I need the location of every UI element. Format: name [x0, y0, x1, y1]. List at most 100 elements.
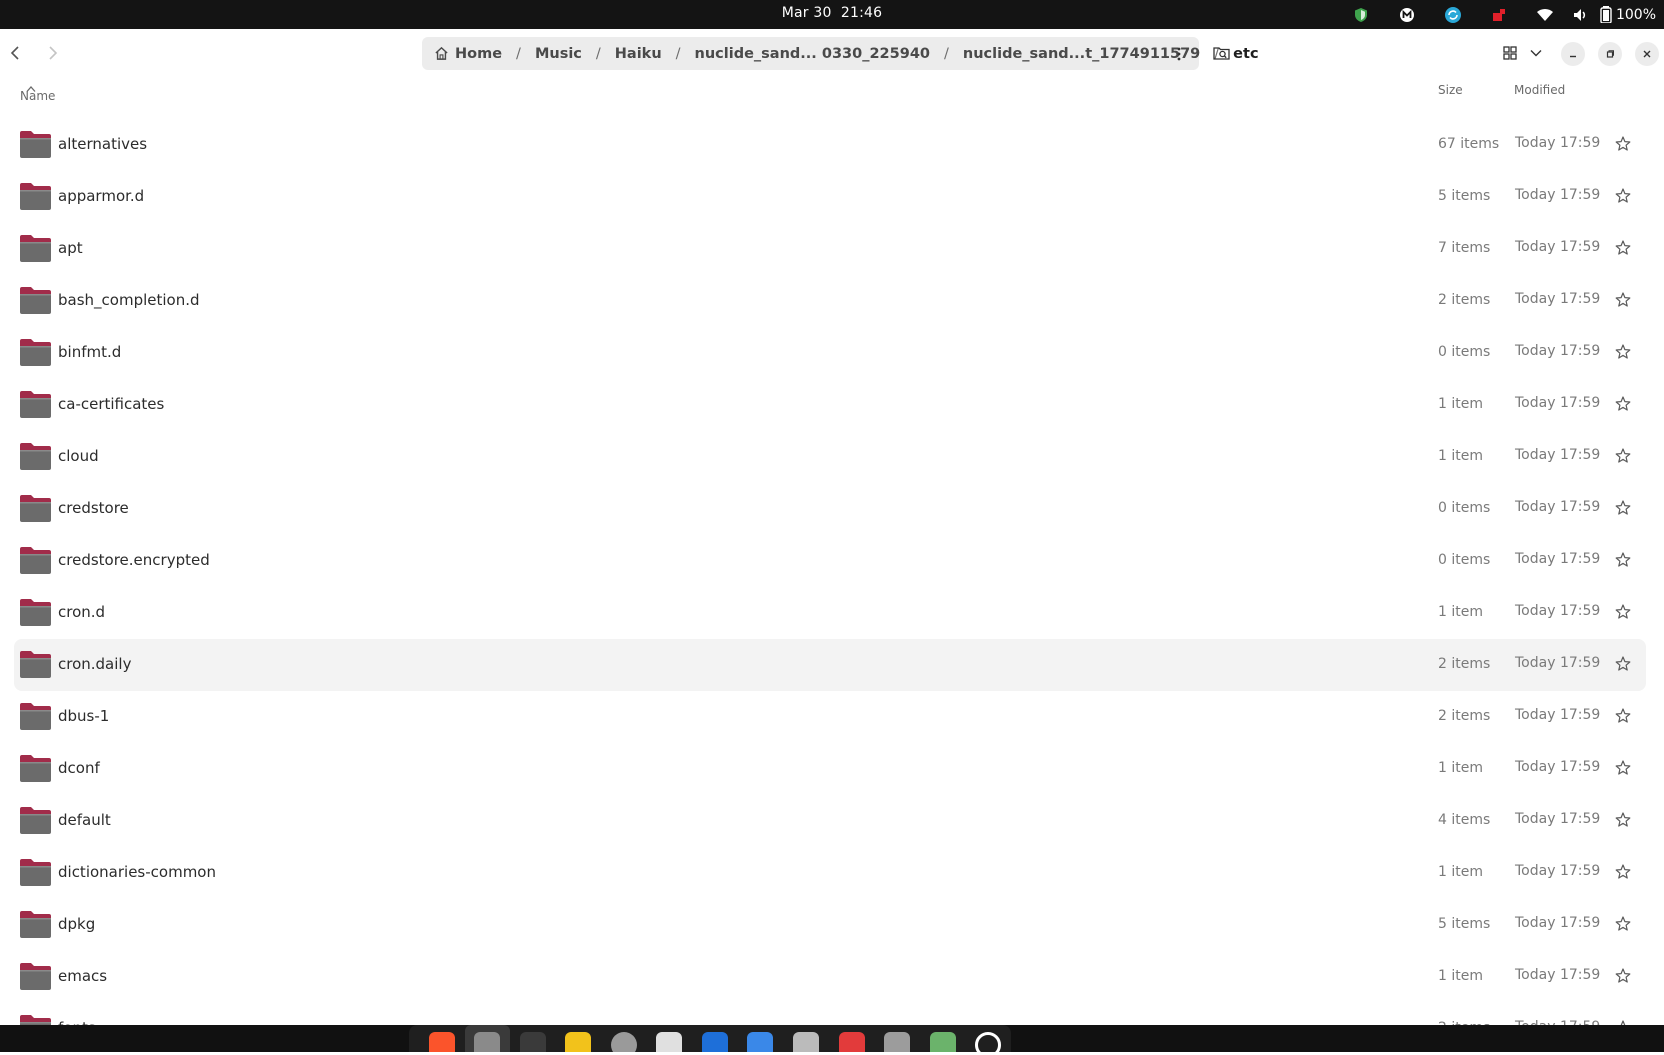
- file-row[interactable]: credstore.encrypted 0 items Today 17:59: [14, 535, 1646, 587]
- file-row[interactable]: credstore 0 items Today 17:59: [14, 483, 1646, 535]
- home-icon: [435, 46, 448, 60]
- file-modified: Today 17:59: [1515, 915, 1601, 931]
- file-name: alternatives: [58, 135, 148, 153]
- dock-item[interactable]: [738, 1025, 784, 1052]
- file-row[interactable]: emacs 1 item Today 17:59: [14, 951, 1646, 1003]
- star-icon[interactable]: [1614, 759, 1632, 777]
- chevron-down-icon: [1530, 50, 1542, 57]
- folder-icon: [20, 859, 51, 886]
- star-icon[interactable]: [1614, 343, 1632, 361]
- breadcrumb-haiku[interactable]: Haiku: [615, 46, 662, 62]
- file-modified: Today 17:59: [1515, 499, 1601, 515]
- dock-item[interactable]: [601, 1025, 647, 1052]
- file-size: 2 items: [1438, 656, 1491, 672]
- star-icon[interactable]: [1614, 447, 1632, 465]
- forward-button[interactable]: [38, 37, 68, 69]
- dock-item[interactable]: [965, 1025, 1011, 1052]
- star-icon[interactable]: [1614, 603, 1632, 621]
- dock-item[interactable]: [556, 1025, 602, 1052]
- dock-item[interactable]: [874, 1025, 920, 1052]
- file-size: 5 items: [1438, 188, 1491, 204]
- file-row[interactable]: dictionaries-common 1 item Today 17:59: [14, 847, 1646, 899]
- breadcrumb-etc[interactable]: etc: [1233, 46, 1258, 62]
- file-size: 0 items: [1438, 500, 1491, 516]
- dock-item[interactable]: [692, 1025, 738, 1052]
- minimize-button[interactable]: [1561, 42, 1585, 66]
- file-name: credstore: [58, 499, 129, 517]
- file-size: 2 items: [1438, 292, 1491, 308]
- file-row[interactable]: binfmt.d 0 items Today 17:59: [14, 327, 1646, 379]
- dock-item[interactable]: [647, 1025, 693, 1052]
- column-modified-header[interactable]: Modified: [1514, 83, 1565, 97]
- star-icon[interactable]: [1614, 915, 1632, 933]
- column-size-header[interactable]: Size: [1438, 83, 1463, 97]
- battery-indicator[interactable]: 100%: [1594, 6, 1656, 23]
- breadcrumb-nuclide-sandbox-1[interactable]: nuclide_sand... 0330_225940: [695, 46, 930, 62]
- star-icon[interactable]: [1614, 707, 1632, 725]
- file-row[interactable]: dconf 1 item Today 17:59: [14, 743, 1646, 795]
- star-icon[interactable]: [1614, 967, 1632, 985]
- dock-item[interactable]: [829, 1025, 875, 1052]
- back-button[interactable]: [0, 37, 30, 69]
- close-button[interactable]: [1635, 42, 1659, 66]
- volume-icon[interactable]: [1568, 4, 1594, 25]
- file-size: 0 items: [1438, 344, 1491, 360]
- file-row[interactable]: ca-certificates 1 item Today 17:59: [14, 379, 1646, 431]
- dock-item[interactable]: [920, 1025, 966, 1052]
- star-icon[interactable]: [1614, 187, 1632, 205]
- dock-item[interactable]: [783, 1025, 829, 1052]
- folder-icon: [20, 391, 51, 418]
- record-icon[interactable]: [1476, 4, 1522, 25]
- file-row[interactable]: cron.daily 2 items Today 17:59: [14, 639, 1646, 691]
- path-bar[interactable]: Home / Music / Haiku / nuclide_sand... 0…: [422, 37, 1259, 70]
- dock-item[interactable]: [510, 1025, 556, 1052]
- star-icon[interactable]: [1614, 811, 1632, 829]
- file-row[interactable]: cron.d 1 item Today 17:59: [14, 587, 1646, 639]
- column-name-header[interactable]: Name: [20, 83, 55, 103]
- view-grid-button[interactable]: [1500, 37, 1520, 69]
- file-row[interactable]: dbus-1 2 items Today 17:59: [14, 691, 1646, 743]
- view-options-button[interactable]: [1526, 37, 1546, 69]
- file-row[interactable]: cloud 1 item Today 17:59: [14, 431, 1646, 483]
- file-row[interactable]: alternatives 67 items Today 17:59: [14, 119, 1646, 171]
- file-row[interactable]: apt 7 items Today 17:59: [14, 223, 1646, 275]
- dock-item[interactable]: [464, 1025, 511, 1052]
- file-row[interactable]: dpkg 5 items Today 17:59: [14, 899, 1646, 951]
- shield-icon[interactable]: [1338, 4, 1384, 25]
- file-name: bash_completion.d: [58, 291, 200, 309]
- dock-item[interactable]: [419, 1025, 465, 1052]
- star-icon[interactable]: [1614, 239, 1632, 257]
- star-icon[interactable]: [1614, 395, 1632, 413]
- file-row[interactable]: default 4 items Today 17:59: [14, 795, 1646, 847]
- maximize-button[interactable]: [1598, 42, 1622, 66]
- breadcrumb-label: Haiku: [614, 45, 662, 62]
- star-icon[interactable]: [1614, 551, 1632, 569]
- m-app-icon[interactable]: [1384, 4, 1430, 25]
- star-icon[interactable]: [1614, 499, 1632, 517]
- file-size: 4 items: [1438, 812, 1491, 828]
- text-editor-icon: [747, 1032, 774, 1052]
- breadcrumb-home[interactable]: Home: [434, 46, 502, 62]
- file-row[interactable]: bash_completion.d 2 items Today 17:59: [14, 275, 1646, 327]
- star-icon[interactable]: [1614, 291, 1632, 309]
- file-size: 1 item: [1438, 448, 1483, 464]
- file-row[interactable]: apparmor.d 5 items Today 17:59: [14, 171, 1646, 223]
- breadcrumb-nuclide-sandbox-2[interactable]: nuclide_sand...t_1774911579: [963, 46, 1200, 62]
- path-menu-button[interactable]: [1167, 41, 1191, 66]
- folder-icon: [20, 755, 51, 782]
- settings-icon: [610, 1032, 637, 1052]
- sync-icon[interactable]: [1430, 4, 1476, 25]
- star-icon[interactable]: [1614, 135, 1632, 153]
- breadcrumb-music[interactable]: Music: [535, 46, 582, 62]
- file-name: default: [58, 811, 111, 829]
- close-icon: [1643, 50, 1651, 58]
- wifi-icon[interactable]: [1522, 4, 1568, 25]
- file-size: 7 items: [1438, 240, 1491, 256]
- file-list: alternatives 67 items Today 17:59 apparmor.…: [14, 119, 1646, 1055]
- star-icon[interactable]: [1614, 655, 1632, 673]
- file-size: 0 items: [1438, 552, 1491, 568]
- more-vertical-icon: [1177, 47, 1181, 60]
- star-icon[interactable]: [1614, 863, 1632, 881]
- folder-icon: [20, 703, 51, 730]
- search-button[interactable]: [1210, 37, 1234, 69]
